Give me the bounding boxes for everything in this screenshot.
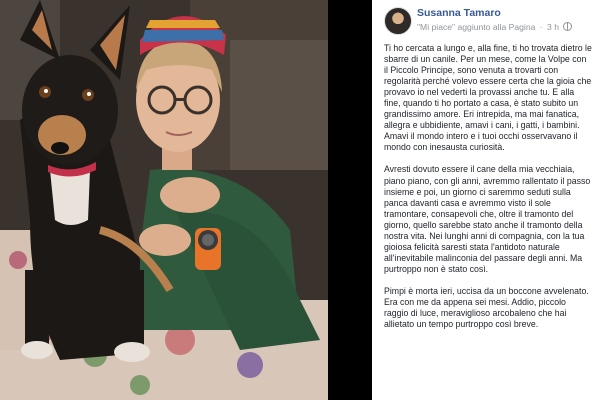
meta-separator: · <box>539 22 543 32</box>
post-body: Ti ho cercata a lungo e, alla fine, ti h… <box>384 43 592 341</box>
black-gutter <box>328 0 372 400</box>
avatar[interactable] <box>384 7 412 35</box>
meta-time[interactable]: 3 h <box>547 22 559 32</box>
post-meta: "Mi piace" aggiunto alla Pagina · 3 h <box>417 22 573 32</box>
post-paragraph-1: Ti ho cercata a lungo e, alla fine, ti h… <box>384 43 592 153</box>
globe-icon <box>563 22 573 31</box>
meta-action: "Mi piace" aggiunto alla Pagina <box>417 22 536 32</box>
post-photo[interactable] <box>0 0 328 400</box>
photo-woman-with-dog <box>0 0 328 400</box>
post-paragraph-2: Avresti dovuto essere il cane della mia … <box>384 164 591 274</box>
post-paragraph-3: Pimpi è morta ieri, uccisa da un boccone… <box>384 285 589 330</box>
post-header: Susanna Tamaro "Mi piace" aggiunto alla … <box>384 6 594 36</box>
author-name[interactable]: Susanna Tamaro <box>417 7 501 19</box>
facebook-post: Susanna Tamaro "Mi piace" aggiunto alla … <box>372 0 600 400</box>
